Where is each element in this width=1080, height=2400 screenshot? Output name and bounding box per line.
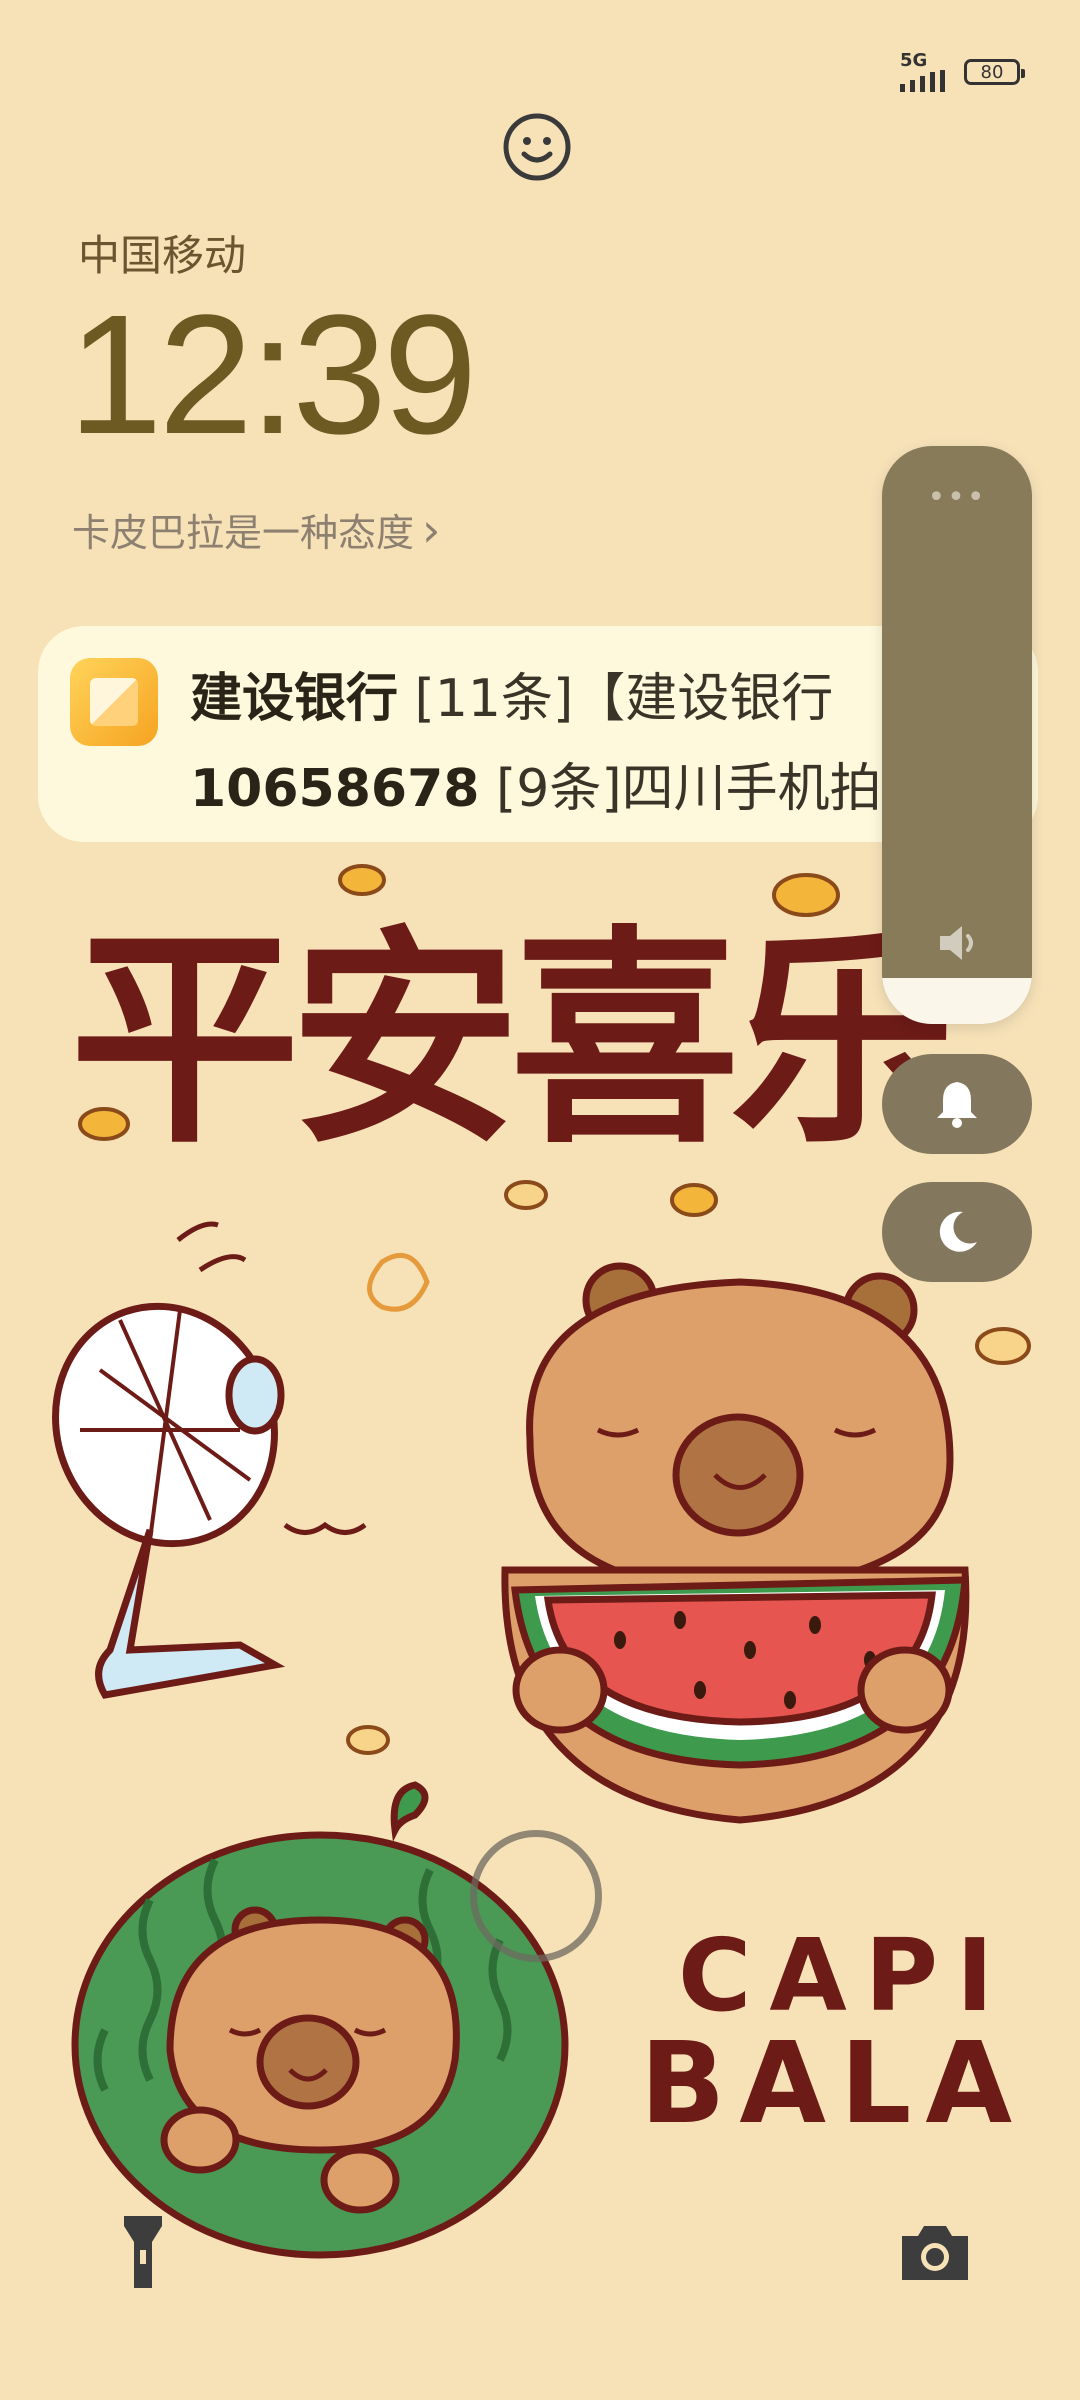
signal-bars-icon xyxy=(900,70,945,92)
carrier-label: 中国移动 xyxy=(78,231,247,280)
smiley-face-icon[interactable] xyxy=(502,112,572,182)
wallpaper-brand-line2: BALA xyxy=(640,2019,1026,2149)
volume-slider[interactable]: ••• xyxy=(882,446,1032,1024)
moon-icon xyxy=(939,1211,977,1252)
status-bar: 5G 80 xyxy=(900,52,1025,92)
wallpaper-brand-line1: CAPI xyxy=(678,1917,1011,2034)
signal-indicator: 5G xyxy=(900,52,950,92)
ring-mode-button[interactable] xyxy=(882,1054,1032,1154)
notification-preview-2: [9条]四川手机拍 xyxy=(479,759,882,819)
volume-menu-icon[interactable]: ••• xyxy=(882,480,1032,515)
notification-preview-1: [11条]【建设银行 xyxy=(398,669,834,729)
wallpaper-headline: 平安喜乐 xyxy=(70,908,956,1175)
bell-icon xyxy=(937,1082,977,1128)
notification-line-2: 10658678 [9条]四川手机拍 xyxy=(190,746,910,821)
tagline-text: 卡皮巴拉是一种态度 xyxy=(72,511,415,555)
battery-level: 80 xyxy=(980,61,1004,83)
volume-level-fill xyxy=(882,978,1032,1024)
message-glyph-icon xyxy=(90,678,138,726)
flashlight-icon[interactable] xyxy=(120,2214,166,2292)
notification-line-1: 建设银行 [11条]【建设银行 xyxy=(190,656,910,731)
fingerprint-ring[interactable] xyxy=(470,1830,602,1962)
speaker-icon xyxy=(940,926,973,960)
lockscreen-tagline[interactable]: 卡皮巴拉是一种态度 › xyxy=(72,502,440,557)
notification-sender-2: 10658678 xyxy=(190,759,480,819)
messages-app-icon xyxy=(70,658,158,746)
capybara-illustration xyxy=(501,1262,970,1824)
lockscreen-clock: 12:39 xyxy=(68,280,477,470)
camera-icon[interactable] xyxy=(898,2222,972,2284)
notification-sender-1: 建设银行 xyxy=(190,669,399,729)
do-not-disturb-button[interactable] xyxy=(882,1182,1032,1282)
battery-icon: 80 xyxy=(964,59,1025,85)
network-type: 5G xyxy=(900,50,928,71)
chevron-right-icon: › xyxy=(422,502,441,557)
